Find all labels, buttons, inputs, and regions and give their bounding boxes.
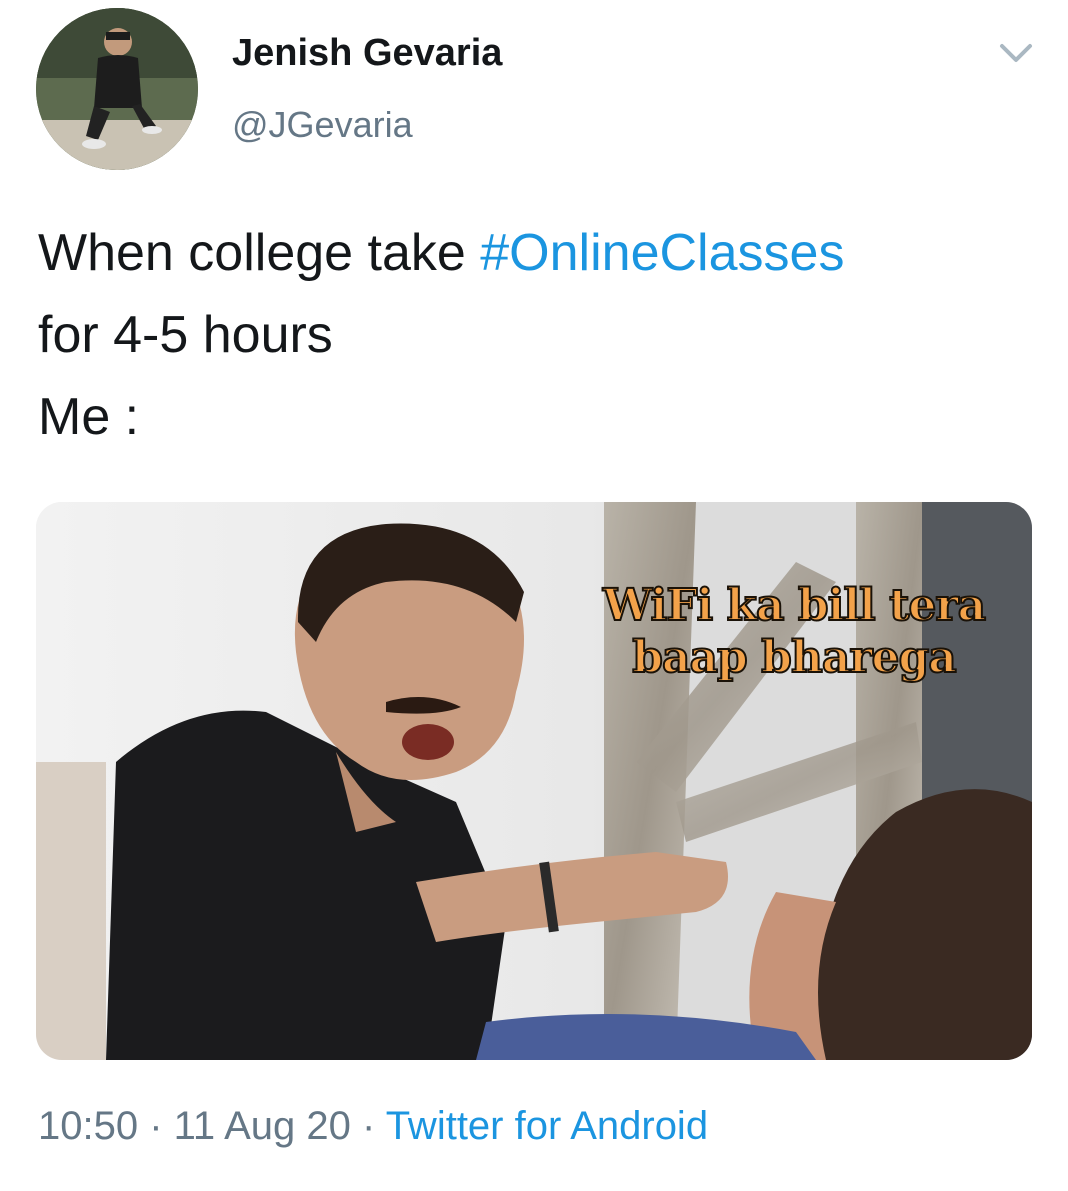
avatar[interactable] <box>36 8 198 170</box>
tweet-date[interactable]: 11 Aug 20 <box>174 1104 351 1148</box>
tweet-text-prefix: When college take <box>38 224 481 282</box>
avatar-photo <box>36 8 198 170</box>
meta-separator: · <box>138 1104 174 1148</box>
meme-caption: WiFi ka bill tera baap bharega <box>594 579 994 684</box>
hashtag-link[interactable]: #OnlineClasses <box>480 224 844 282</box>
tweet-time[interactable]: 10:50 <box>38 1104 138 1148</box>
meme-caption-line-2: baap bharega <box>631 631 958 684</box>
tweet-source-link[interactable]: Twitter for Android <box>386 1104 708 1148</box>
tweet-card: Jenish Gevaria @JGevaria When college ta… <box>0 0 1068 1191</box>
chevron-down-icon[interactable] <box>996 38 1036 68</box>
tweet-meta: 10:50 · 11 Aug 20 · Twitter for Android <box>38 1104 708 1149</box>
user-handle[interactable]: @JGevaria <box>232 104 413 146</box>
tweet-text-line-3: Me : <box>38 388 140 446</box>
tweet-media-image[interactable]: WiFi ka bill tera baap bharega <box>36 502 1032 1060</box>
meta-separator: · <box>350 1104 386 1148</box>
display-name[interactable]: Jenish Gevaria <box>232 32 502 75</box>
meme-caption-line-1: WiFi ka bill tera <box>602 579 987 632</box>
tweet-text-line-2: for 4-5 hours <box>38 306 333 364</box>
tweet-text: When college take #OnlineClasses for 4-5… <box>38 212 1048 458</box>
tweet-text-line-1: When college take #OnlineClasses <box>38 212 1048 294</box>
